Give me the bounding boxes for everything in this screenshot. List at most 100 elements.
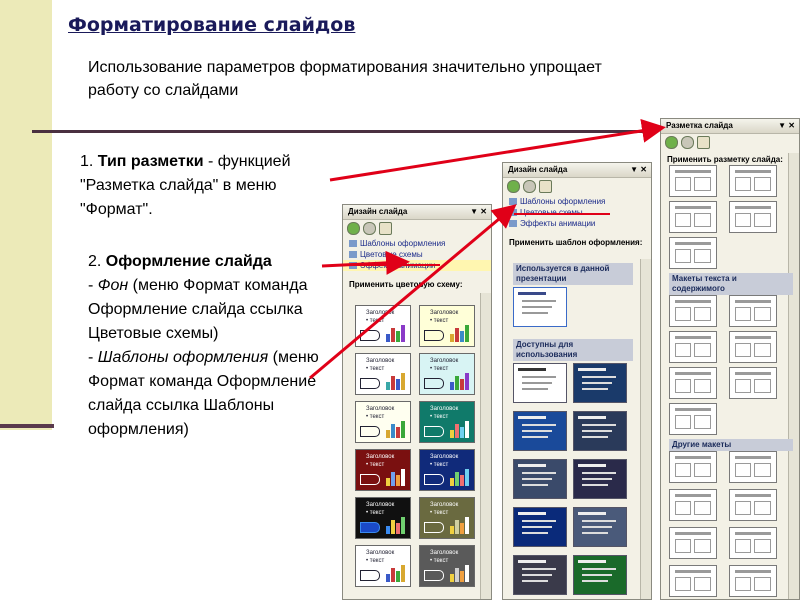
thumb-bars (386, 372, 406, 390)
page-title: Форматирование слайдов (68, 14, 356, 36)
back-icon[interactable] (665, 136, 678, 149)
layout-thumb[interactable] (729, 451, 777, 483)
point1-term: Тип разметки (97, 153, 204, 170)
thumb-arrow (360, 570, 380, 581)
layout-thumb[interactable] (669, 565, 717, 597)
link-animation-effects[interactable]: Эффекты анимации (343, 260, 491, 271)
layout-thumb[interactable] (669, 489, 717, 521)
thumb-bars (386, 420, 406, 438)
template-thumb[interactable] (573, 411, 627, 451)
link-design-templates-label: Шаблоны оформления (520, 197, 606, 206)
color-scheme-thumb[interactable]: Заголовок • текст (419, 305, 475, 347)
back-icon[interactable] (507, 180, 520, 193)
template-thumb[interactable] (513, 507, 567, 547)
layout-thumb[interactable] (669, 201, 717, 233)
layout-thumb[interactable] (669, 165, 717, 197)
layout-thumb[interactable] (729, 331, 777, 363)
color-scheme-thumb[interactable]: Заголовок • текст (355, 497, 411, 539)
layout-title-placeholder (675, 494, 711, 497)
template-body-line (582, 436, 608, 438)
templates-icon (349, 240, 357, 248)
thumb-text: • текст (366, 366, 385, 372)
link-animation-effects[interactable]: Эффекты анимации (503, 218, 651, 229)
layout-thumb[interactable] (669, 295, 717, 327)
thumb-text: • текст (430, 510, 449, 516)
pane-color-scrollbar[interactable] (480, 293, 491, 599)
thumb-arrow (424, 474, 444, 485)
layout-placeholder (735, 177, 751, 191)
thumb-bars (450, 324, 470, 342)
template-thumb[interactable] (573, 555, 627, 595)
forward-icon[interactable] (363, 222, 376, 235)
template-title-bar (518, 464, 546, 467)
template-title-bar (578, 368, 606, 371)
color-scheme-thumb[interactable]: Заголовок • текст (419, 353, 475, 395)
thumb-title: Заголовок (366, 310, 395, 316)
template-thumb[interactable] (513, 459, 567, 499)
thumb-bars (450, 564, 470, 582)
template-thumb[interactable] (513, 363, 567, 403)
template-body-line (522, 478, 552, 480)
pane-layout-controls[interactable]: ▼ ✕ (778, 119, 795, 133)
layout-thumb[interactable] (729, 527, 777, 559)
back-icon[interactable] (347, 222, 360, 235)
color-scheme-thumb[interactable]: Заголовок • текст (355, 401, 411, 443)
pane-layout-scrollbar[interactable] (788, 153, 799, 599)
layout-title-placeholder (735, 336, 771, 339)
thumb-text: • текст (430, 462, 449, 468)
layout-thumb[interactable] (729, 201, 777, 233)
layout-thumb[interactable] (669, 367, 717, 399)
color-scheme-thumb[interactable]: Заголовок • текст (355, 545, 411, 587)
layout-thumb[interactable] (669, 237, 717, 269)
layout-placeholder (754, 177, 771, 191)
link-color-schemes[interactable]: Цветовые схемы (343, 249, 491, 260)
color-scheme-thumb[interactable]: Заголовок • текст (419, 401, 475, 443)
forward-icon[interactable] (523, 180, 536, 193)
colors-icon (349, 251, 357, 259)
pane-templates-controls[interactable]: ▼ ✕ (630, 163, 647, 177)
template-thumb[interactable] (573, 363, 627, 403)
template-thumb[interactable] (513, 287, 567, 327)
color-scheme-thumb[interactable]: Заголовок • текст (355, 353, 411, 395)
link-design-templates[interactable]: Шаблоны оформления (343, 238, 491, 249)
sidebar-decor (0, 0, 52, 430)
template-thumb[interactable] (573, 507, 627, 547)
color-scheme-thumb[interactable]: Заголовок • текст (419, 449, 475, 491)
home-icon[interactable] (379, 222, 392, 235)
pane-templates-title: Дизайн слайда ▼ ✕ (503, 163, 651, 178)
color-scheme-thumb[interactable]: Заголовок • текст (419, 545, 475, 587)
link-design-templates[interactable]: Шаблоны оформления (503, 196, 651, 207)
pane-color-controls[interactable]: ▼ ✕ (470, 205, 487, 219)
pane-templates-scrollbar[interactable] (640, 259, 651, 599)
template-body-line (582, 388, 608, 390)
template-thumb[interactable] (573, 459, 627, 499)
template-thumb[interactable] (513, 555, 567, 595)
color-scheme-thumb[interactable]: Заголовок • текст (419, 497, 475, 539)
home-icon[interactable] (697, 136, 710, 149)
thumb-title: Заголовок (430, 550, 459, 556)
layout-thumb[interactable] (729, 367, 777, 399)
layout-thumb[interactable] (669, 403, 717, 435)
layout-thumb[interactable] (729, 295, 777, 327)
colors-icon (509, 209, 517, 217)
template-thumb[interactable] (513, 411, 567, 451)
color-scheme-thumb[interactable]: Заголовок • текст (355, 449, 411, 491)
color-scheme-thumb[interactable]: Заголовок • текст (355, 305, 411, 347)
template-body-line (522, 312, 548, 314)
thumb-arrow (360, 474, 380, 485)
layout-thumb[interactable] (669, 331, 717, 363)
thumb-title: Заголовок (430, 454, 459, 460)
layout-thumb[interactable] (729, 165, 777, 197)
forward-icon[interactable] (681, 136, 694, 149)
thumb-bars (386, 324, 406, 342)
template-body-line (522, 376, 556, 378)
home-icon[interactable] (539, 180, 552, 193)
layout-thumb[interactable] (729, 489, 777, 521)
layout-title-placeholder (735, 206, 771, 209)
layout-placeholder (675, 213, 691, 227)
layout-thumb[interactable] (669, 527, 717, 559)
layout-thumb[interactable] (729, 565, 777, 597)
thumb-title: Заголовок (366, 550, 395, 556)
layout-thumb[interactable] (669, 451, 717, 483)
link-color-schemes[interactable]: Цветовые схемы (503, 207, 651, 218)
